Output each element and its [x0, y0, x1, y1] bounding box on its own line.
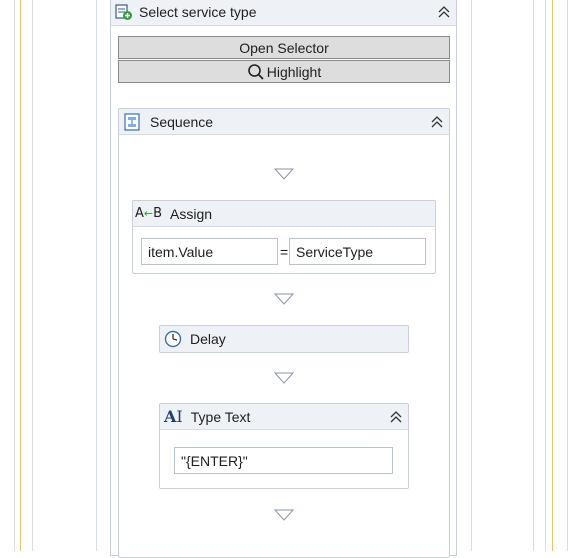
highlight-label: Highlight	[266, 63, 322, 80]
select-service-header[interactable]: Select service type	[111, 0, 456, 26]
drop-target-triangle-icon[interactable]	[274, 372, 294, 384]
assign-operator: =	[280, 244, 289, 260]
assign-title: Assign	[170, 205, 213, 222]
guide-line	[96, 0, 97, 551]
assign-left-field[interactable]: item.Value	[141, 238, 278, 265]
sequence-header[interactable]: Sequence	[119, 109, 449, 135]
magnifier-icon	[247, 63, 265, 81]
double-chevron-up-icon[interactable]	[388, 409, 404, 425]
guide-line	[545, 0, 546, 551]
drop-target-triangle-icon[interactable]	[274, 168, 294, 180]
type-text-field[interactable]: "{ENTER}"	[174, 447, 393, 474]
guide-line	[14, 0, 15, 551]
assign-header[interactable]: A ← B Assign	[133, 201, 435, 227]
open-selector-label: Open Selector	[239, 39, 329, 56]
select-service-title: Select service type	[139, 4, 257, 20]
type-text-icon: AI	[164, 407, 183, 426]
double-chevron-up-icon[interactable]	[429, 114, 445, 130]
assign-icon: A ← B	[135, 206, 163, 221]
clock-icon	[164, 330, 182, 348]
guide-line	[567, 0, 568, 551]
highlight-button[interactable]: Highlight	[118, 60, 450, 83]
delay-activity[interactable]: Delay	[159, 325, 409, 353]
type-text-title: Type Text	[190, 408, 251, 425]
double-chevron-up-icon[interactable]	[436, 4, 452, 20]
select-item-icon	[115, 3, 133, 21]
guide-line	[20, 0, 21, 551]
drop-target-triangle-icon[interactable]	[274, 509, 294, 521]
assign-right-field[interactable]: ServiceType	[289, 238, 426, 265]
delay-title: Delay	[190, 331, 226, 347]
sequence-icon	[123, 112, 141, 131]
guide-line	[533, 0, 534, 551]
guide-line	[552, 0, 553, 551]
type-text-header[interactable]: AI Type Text	[160, 404, 408, 430]
guide-line	[32, 0, 33, 551]
sequence-title: Sequence	[150, 113, 214, 130]
guide-line	[471, 0, 472, 551]
drop-target-triangle-icon[interactable]	[274, 293, 294, 305]
open-selector-button[interactable]: Open Selector	[118, 36, 450, 59]
